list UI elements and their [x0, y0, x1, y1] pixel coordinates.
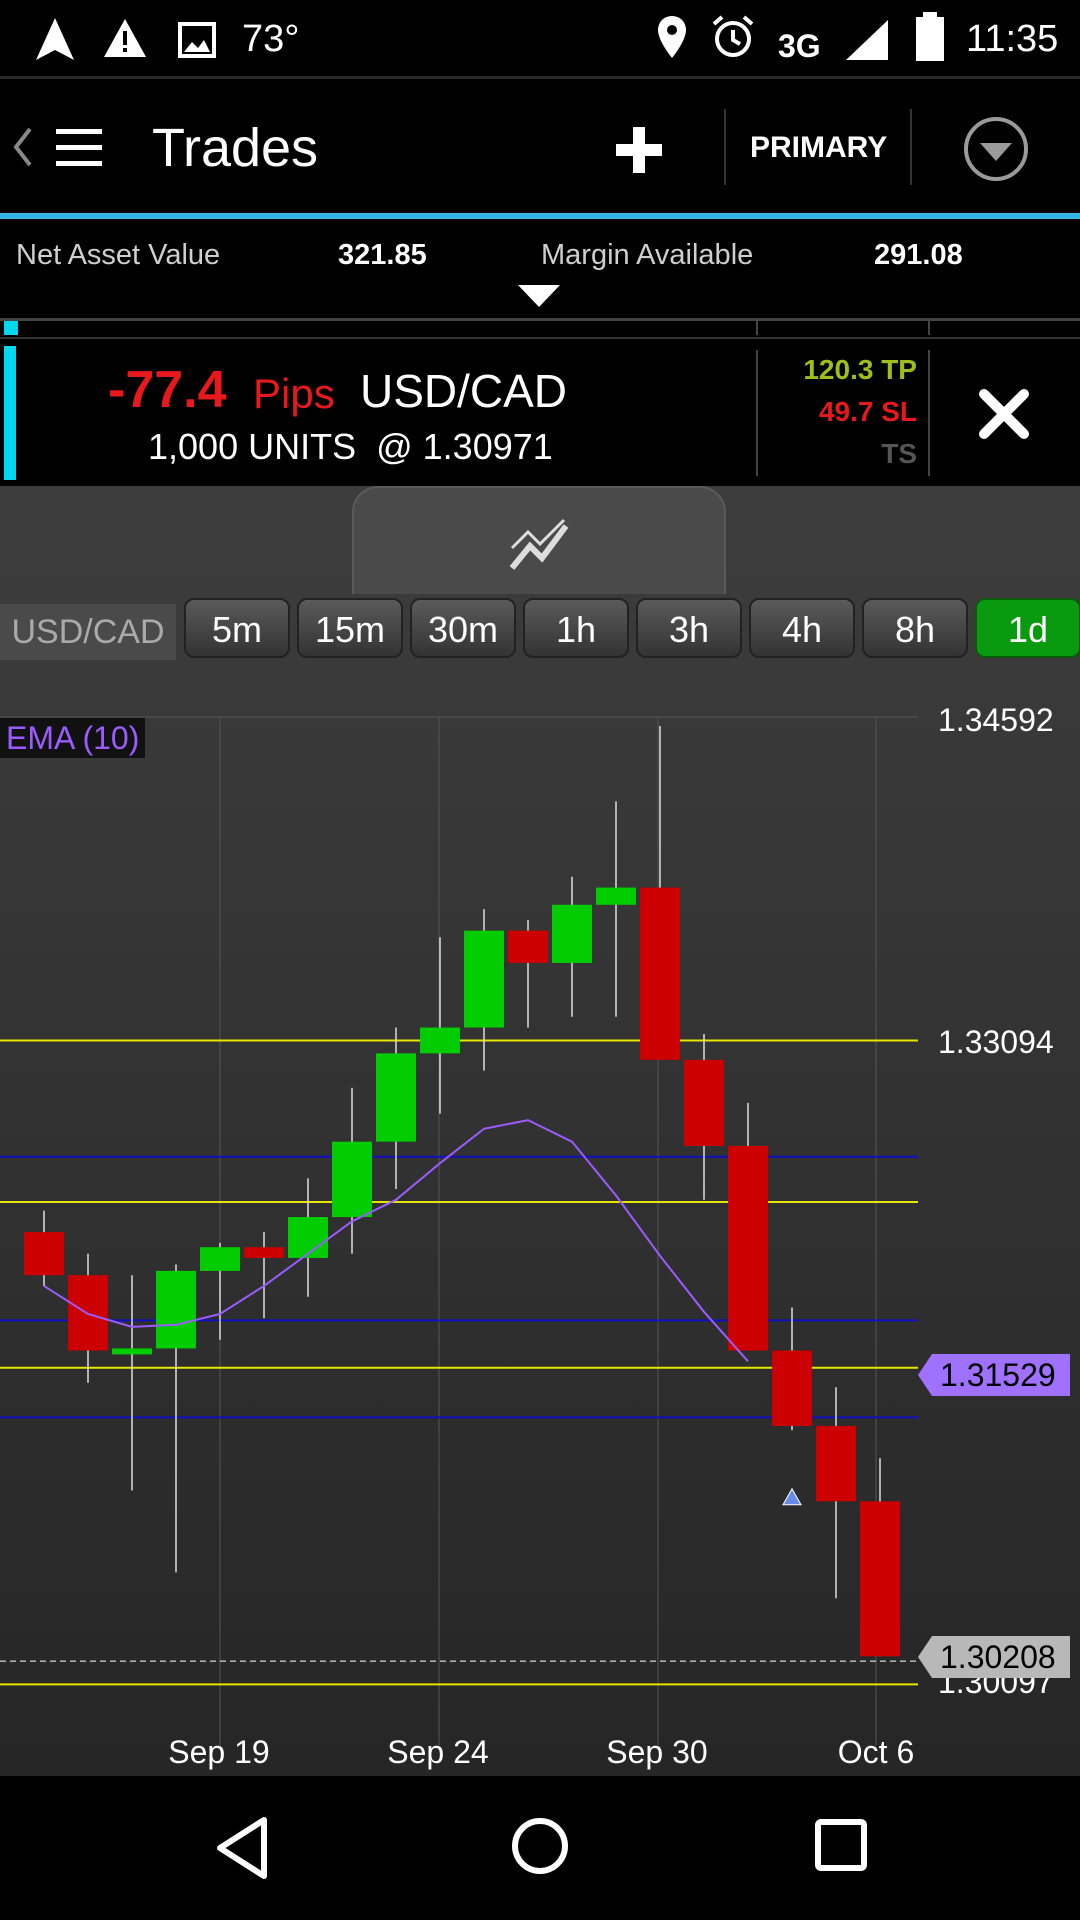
account-summary: Net Asset Value 321.85 Margin Available …	[0, 219, 1080, 319]
candle-down	[508, 930, 548, 963]
candle-down	[728, 1145, 768, 1351]
page-title: Trades	[152, 118, 319, 178]
candle-down	[772, 1350, 812, 1426]
take-profit-label: 120.3 TP	[803, 354, 917, 385]
toolbar-separator	[910, 109, 912, 185]
candle-down	[24, 1232, 64, 1276]
date-tick: Sep 19	[168, 1734, 270, 1770]
date-tick: Oct 6	[837, 1734, 915, 1770]
warning-icon	[104, 19, 146, 57]
candle-up	[376, 1053, 416, 1142]
net-asset-value: 321.85	[338, 239, 427, 271]
date-tick: Sep 30	[606, 1734, 708, 1770]
stop-loss-label: 49.7 SL	[818, 396, 917, 427]
price-tick: 1.33094	[938, 1024, 1054, 1060]
toolbar-separator	[724, 109, 726, 185]
entry-price: @ 1.30971	[376, 426, 553, 467]
net-asset-value-label: Net Asset Value	[16, 239, 221, 271]
collapse-arrow-icon[interactable]	[516, 283, 562, 309]
clock-label: 11:35	[966, 18, 1059, 60]
ema-value-badge: 1.31529	[940, 1357, 1056, 1393]
pips-label: Pips	[253, 370, 335, 417]
current-price-badge: 1.30208	[940, 1639, 1056, 1675]
signal-strength-icon	[846, 20, 888, 60]
candle-up	[112, 1348, 152, 1355]
candle-down	[640, 887, 680, 1060]
candle-up	[200, 1247, 240, 1271]
price-chart[interactable]	[0, 486, 1080, 1776]
back-chevron-icon[interactable]	[10, 125, 34, 169]
candle-up	[288, 1217, 328, 1258]
status-bar: 73° 3G 11:35	[0, 0, 1080, 78]
trade-entry-marker	[782, 1487, 802, 1506]
candle-down	[860, 1501, 900, 1657]
candle-up	[156, 1270, 196, 1349]
candle-up	[464, 930, 504, 1028]
home-icon[interactable]	[510, 1816, 570, 1876]
back-icon[interactable]	[214, 1816, 270, 1880]
row-separator	[756, 321, 758, 335]
trailing-stop-label: TS	[881, 438, 917, 469]
candle-up	[332, 1141, 372, 1218]
trade-units-label: 1,000 UNITS @ 1.30971	[148, 426, 553, 468]
ema-indicator-label: EMA (10)	[0, 718, 146, 758]
candle-down	[244, 1247, 284, 1258]
margin-available-value: 291.08	[874, 239, 963, 271]
chart-panel: USD/CAD 5m 15m 30m 1h 3h 4h 8h 1d	[0, 486, 1080, 1776]
menu-icon[interactable]	[54, 127, 104, 167]
navigation-arrow-icon	[36, 18, 74, 60]
add-trade-icon[interactable]	[614, 125, 664, 175]
navigation-bar	[0, 1776, 1080, 1920]
candle-up	[552, 904, 592, 963]
trade-row-separator	[928, 350, 930, 476]
candle-down	[684, 1059, 724, 1146]
network-type-label: 3G	[778, 28, 821, 64]
candle-up	[596, 887, 636, 905]
trade-row[interactable]: -77.4 Pips USD/CAD 1,000 UNITS @ 1.30971…	[0, 340, 1080, 486]
location-pin-icon	[658, 16, 686, 58]
pips-value: -77.4	[108, 361, 227, 419]
candle-up	[420, 1027, 460, 1054]
units-value: 1,000 UNITS	[148, 426, 357, 467]
summary-divider	[0, 318, 1080, 321]
trade-accent-bar	[4, 346, 16, 480]
temperature-label: 73°	[242, 18, 300, 60]
date-tick: Sep 24	[387, 1734, 489, 1770]
battery-icon	[916, 12, 944, 61]
close-trade-icon[interactable]	[978, 388, 1030, 440]
account-selector-button[interactable]: PRIMARY	[750, 131, 887, 165]
trade-row-separator	[756, 350, 758, 476]
trade-row-divider	[0, 337, 1080, 339]
app-bar: Trades PRIMARY	[0, 79, 1080, 213]
alarm-clock-icon	[712, 15, 754, 57]
row-separator	[928, 321, 930, 335]
trade-pair-label: USD/CAD	[360, 365, 568, 417]
candle-down	[816, 1425, 856, 1502]
previous-row-accent	[4, 321, 18, 335]
margin-available-label: Margin Available	[541, 239, 754, 271]
recent-apps-icon[interactable]	[814, 1818, 868, 1872]
dropdown-circle-icon[interactable]	[962, 115, 1030, 183]
price-tick: 1.34592	[938, 702, 1054, 738]
image-icon	[178, 22, 216, 58]
